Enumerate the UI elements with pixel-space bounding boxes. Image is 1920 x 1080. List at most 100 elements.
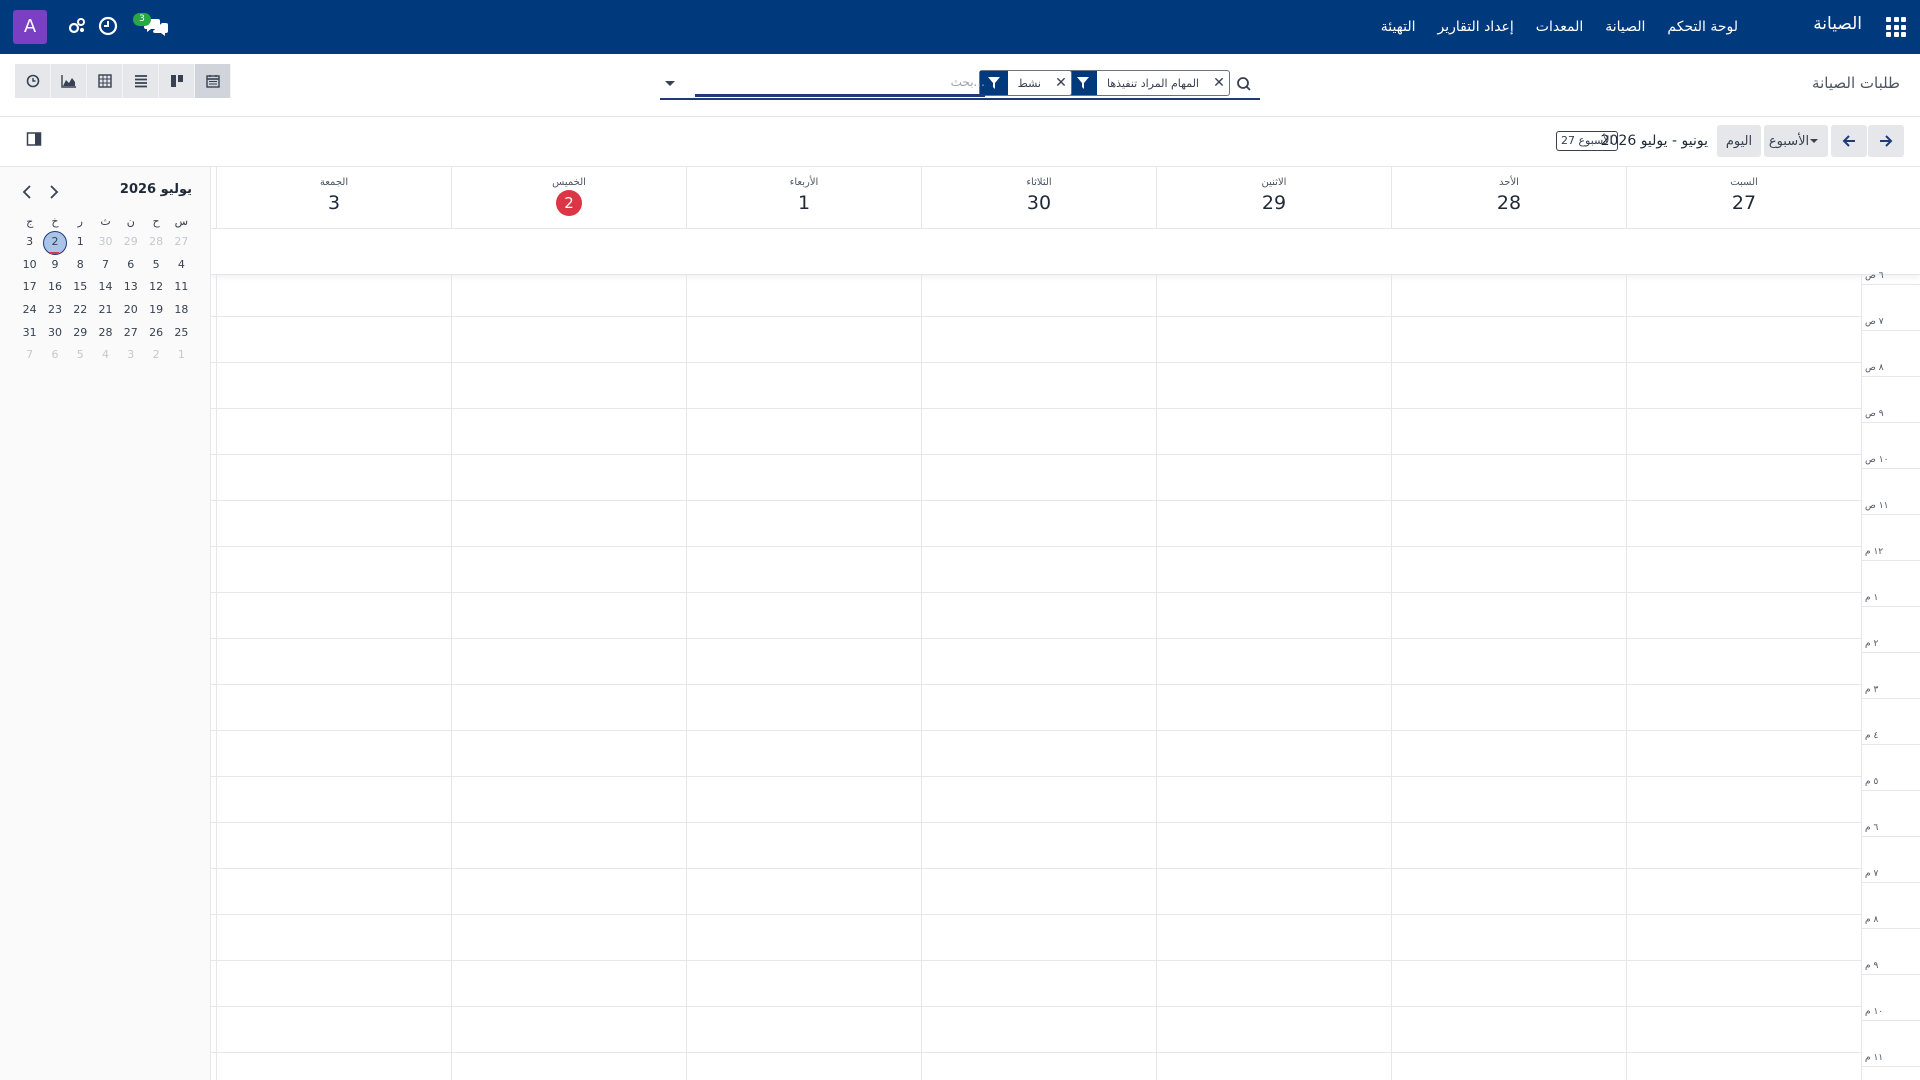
view-activity-button[interactable] (15, 64, 51, 98)
mini-calendar-day[interactable]: 6 (118, 254, 143, 277)
hour-line (211, 960, 1861, 961)
mini-calendar-day[interactable]: 27 (118, 322, 143, 345)
mini-calendar-day[interactable]: 13 (118, 276, 143, 299)
day-column-header[interactable]: الأربعاء 1 (686, 167, 921, 229)
all-day-row[interactable] (211, 229, 1920, 275)
mini-calendar-day[interactable]: 10 (17, 254, 42, 277)
mini-calendar-day[interactable]: 5 (143, 254, 168, 277)
day-number: 3 (327, 192, 341, 214)
today-button[interactable]: اليوم (1717, 125, 1761, 157)
next-week-button[interactable] (1868, 125, 1904, 157)
mini-calendar-day[interactable]: 7 (17, 344, 42, 367)
hour-label: ١١ ص (1865, 501, 1889, 511)
chevron-left-icon[interactable] (20, 184, 36, 200)
mini-calendar-day[interactable]: 15 (68, 276, 93, 299)
mini-calendar-day[interactable]: 31 (17, 322, 42, 345)
mini-calendar-day[interactable]: 29 (68, 322, 93, 345)
mini-calendar-day[interactable]: 12 (143, 276, 168, 299)
mini-calendar-day[interactable]: 1 (68, 231, 93, 254)
search-input[interactable] (695, 69, 985, 97)
scale-dropdown[interactable]: الأسبوع (1764, 125, 1828, 157)
debug-tools-icon[interactable] (66, 15, 88, 37)
mini-calendar-day[interactable]: 25 (169, 322, 194, 345)
mini-calendar-day[interactable]: 28 (93, 322, 118, 345)
mini-calendar-day[interactable]: 14 (93, 276, 118, 299)
menu-dashboard[interactable]: لوحة التحكم (1667, 19, 1738, 35)
area-chart-icon (60, 75, 76, 88)
day-column-header[interactable]: الاثنين 29 (1156, 167, 1391, 229)
view-switcher (15, 64, 231, 98)
time-grid[interactable]: ٦ ص ٧ ص ٨ ص ٩ ص ١٠ ص ١١ ص ١٢ م ١ م ٢ م ٣ م ٤ م ٥ م ٦… (211, 271, 1920, 1080)
hour-tick (1861, 1066, 1920, 1067)
hour-tick (1861, 790, 1920, 791)
search-facet-todo: المهام المراد تنفيذها ✕ (1068, 70, 1230, 96)
hour-tick (1861, 284, 1920, 285)
mini-calendar-sidebar: يوليو 2026 سحنثرخج 27 28 29 30 1 2 3 4 5 6 7 8 9 10 11… (0, 167, 211, 1080)
mini-calendar-day[interactable]: 29 (118, 231, 143, 254)
caret-down-icon[interactable] (663, 76, 677, 90)
mini-calendar-day[interactable]: 19 (143, 299, 168, 322)
menu-maintenance[interactable]: الصيانة (1605, 19, 1645, 35)
mini-calendar-day[interactable]: 30 (93, 231, 118, 254)
mini-calendar-day[interactable]: 4 (93, 344, 118, 367)
day-number: 27 (1731, 192, 1757, 214)
mini-calendar-day[interactable]: 9 (42, 254, 67, 277)
day-name: الاثنين (1261, 177, 1287, 188)
mini-calendar-day[interactable]: 27 (169, 231, 194, 254)
day-number: 29 (1261, 192, 1287, 214)
mini-calendar-day[interactable]: 17 (17, 276, 42, 299)
day-column-header[interactable]: الجمعة 3 (216, 167, 451, 229)
menu-configuration[interactable]: التهيئة (1381, 19, 1416, 35)
menu-equipment[interactable]: المعدات (1536, 19, 1583, 35)
day-column-header[interactable]: الثلاثاء 30 (921, 167, 1156, 229)
mini-calendar-day[interactable]: 5 (68, 344, 93, 367)
app-brand[interactable]: الصيانة (1813, 14, 1862, 34)
mini-calendar-day[interactable]: 23 (42, 299, 67, 322)
sidebar-toggle-icon[interactable] (26, 131, 42, 147)
mini-calendar-day[interactable]: 16 (42, 276, 67, 299)
mini-calendar-day[interactable]: 20 (118, 299, 143, 322)
view-graph-button[interactable] (51, 64, 87, 98)
mini-calendar-day[interactable]: 30 (42, 322, 67, 345)
hour-label: ٩ ص (1865, 409, 1884, 419)
mini-calendar-day[interactable]: 28 (143, 231, 168, 254)
mini-calendar-day[interactable]: 26 (143, 322, 168, 345)
mini-calendar-day[interactable]: 22 (68, 299, 93, 322)
mini-calendar-day[interactable]: 2 (143, 344, 168, 367)
view-calendar-button[interactable] (195, 64, 231, 98)
mini-calendar-day[interactable]: 18 (169, 299, 194, 322)
mini-calendar-day[interactable]: 2 (42, 231, 68, 255)
previous-week-button[interactable] (1831, 125, 1867, 157)
mini-calendar-day[interactable]: 11 (169, 276, 194, 299)
mini-calendar-day[interactable]: 8 (68, 254, 93, 277)
mini-calendar-day[interactable]: 21 (93, 299, 118, 322)
mini-calendar-grid: سحنثرخج 27 28 29 30 1 2 3 4 5 6 7 8 9 10 11 12 13 14 15 16 1… (17, 215, 194, 367)
mini-calendar-day[interactable]: 24 (17, 299, 42, 322)
day-column-header[interactable]: الأحد 28 (1391, 167, 1626, 229)
hour-label: ٤ م (1865, 731, 1879, 741)
mini-calendar-day[interactable]: 3 (17, 231, 42, 254)
mini-calendar-day[interactable]: 6 (42, 344, 67, 367)
week-header: السبت 27 الأحد 28 الاثنين 29 الثلاثاء 30 الأربعا… (211, 167, 1920, 229)
menu-reporting[interactable]: إعداد التقارير (1438, 19, 1514, 35)
view-kanban-button[interactable] (159, 64, 195, 98)
app-menu-icon[interactable] (1886, 17, 1906, 37)
user-avatar[interactable]: A (13, 10, 47, 44)
day-column-header[interactable]: السبت 27 (1626, 167, 1861, 229)
day-column-header[interactable]: الخميس 2 (451, 167, 686, 229)
chevron-right-icon[interactable] (45, 184, 61, 200)
mini-calendar-day[interactable]: 3 (118, 344, 143, 367)
view-pivot-button[interactable] (87, 64, 123, 98)
clock-icon (26, 74, 39, 88)
mini-calendar-day[interactable]: 1 (169, 344, 194, 367)
close-icon[interactable]: ✕ (1051, 75, 1071, 91)
mini-calendar-week: 27 28 29 30 1 2 3 (17, 231, 194, 255)
hour-tick (1861, 1020, 1920, 1021)
close-icon[interactable]: ✕ (1209, 75, 1229, 91)
mini-calendar-week: 1234567 (17, 344, 194, 367)
mini-calendar-day[interactable]: 4 (169, 254, 194, 277)
view-list-button[interactable] (123, 64, 159, 98)
mini-calendar-day[interactable]: 7 (93, 254, 118, 277)
search-icon[interactable] (1236, 76, 1252, 92)
activity-clock-icon[interactable] (97, 15, 119, 37)
